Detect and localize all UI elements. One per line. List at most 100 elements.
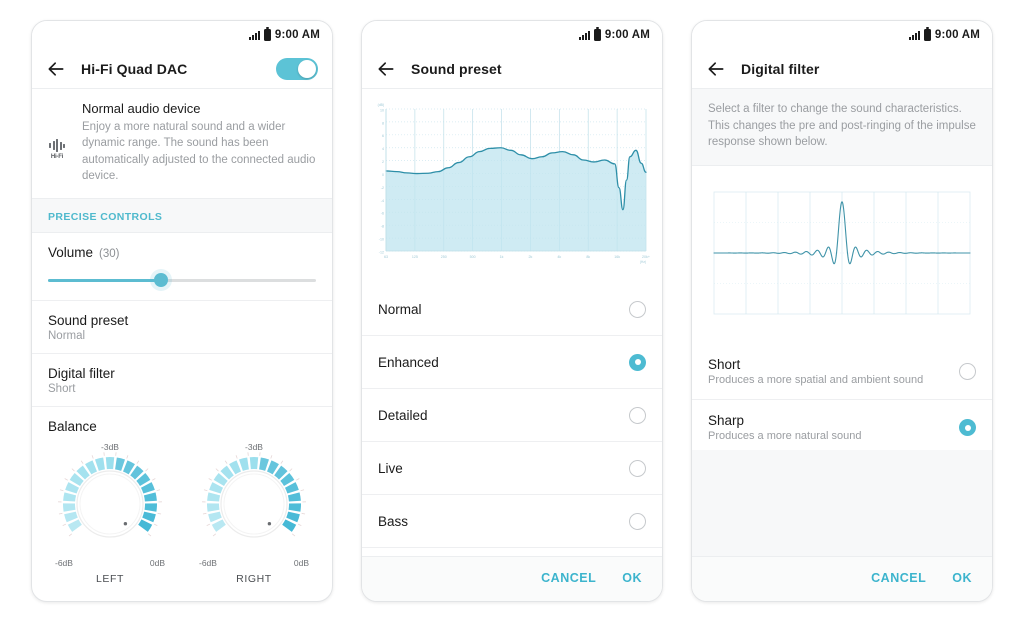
app-bar-panel1: Hi-Fi Quad DAC — [32, 49, 332, 89]
knob-left-dial[interactable] — [51, 450, 169, 562]
radio-button[interactable] — [629, 300, 646, 318]
option-text: Detailed — [378, 408, 619, 423]
back-arrow-icon[interactable] — [706, 59, 726, 79]
option-row[interactable]: Live — [362, 442, 662, 495]
volume-slider[interactable] — [48, 271, 316, 289]
cancel-button[interactable]: CANCEL — [541, 571, 596, 585]
status-clock: 9:00 AM — [274, 29, 320, 41]
svg-text:8: 8 — [382, 121, 384, 125]
page-title: Hi-Fi Quad DAC — [81, 60, 188, 77]
option-text: Enhanced — [378, 355, 619, 370]
device-description: Enjoy a more natural sound and a wider d… — [82, 121, 316, 182]
status-clock: 9:00 AM — [604, 29, 650, 41]
option-text: Normal — [378, 302, 619, 317]
status-clock: 9:00 AM — [934, 29, 980, 41]
option-row[interactable]: Sharp Produces a more natural sound — [692, 400, 992, 450]
option-sublabel: Produces a more spatial and ambient soun… — [708, 374, 924, 387]
sound-preset-label: Sound preset — [48, 313, 129, 329]
cancel-button[interactable]: CANCEL — [871, 571, 926, 585]
knob-right-min-label: -6dB — [199, 558, 217, 569]
radio-button[interactable] — [629, 459, 646, 477]
battery-icon — [923, 27, 931, 41]
knob-left-name: LEFT — [95, 573, 125, 586]
svg-text:125: 125 — [412, 255, 418, 259]
ok-button[interactable]: OK — [952, 571, 972, 585]
hifi-quad-dac-toggle[interactable] — [276, 57, 318, 80]
back-arrow-icon[interactable] — [46, 59, 66, 79]
digital-filter-option-list: Short Produces a more spatial and ambient… — [692, 344, 992, 451]
page-title: Digital filter — [741, 60, 820, 77]
svg-text:2k: 2k — [529, 255, 533, 259]
svg-text:4: 4 — [382, 147, 384, 151]
radio-button-selected[interactable] — [629, 353, 646, 371]
option-label: Enhanced — [378, 354, 439, 370]
option-row[interactable]: Bass — [362, 495, 662, 548]
panel3-spacer — [692, 450, 992, 557]
option-text: Short Produces a more spatial and ambient… — [708, 357, 949, 386]
radio-button[interactable] — [959, 363, 976, 381]
option-row[interactable]: Normal — [362, 283, 662, 336]
svg-text:-4: -4 — [381, 199, 384, 203]
option-text: Live — [378, 461, 619, 476]
balance-label: Balance — [48, 419, 97, 435]
option-text: Bass — [378, 514, 619, 529]
volume-label: Volume — [48, 245, 94, 261]
option-row[interactable]: Enhanced — [362, 336, 662, 389]
knob-right-dial[interactable] — [195, 450, 313, 562]
slider-fill — [48, 278, 161, 282]
ok-button[interactable]: OK — [622, 571, 642, 585]
radio-button-selected[interactable] — [959, 419, 976, 437]
back-arrow-icon[interactable] — [376, 59, 396, 79]
svg-text:-10: -10 — [379, 237, 384, 241]
battery-icon — [263, 27, 271, 41]
row-volume[interactable]: Volume (30) — [32, 233, 332, 302]
radio-button[interactable] — [629, 512, 646, 530]
svg-text:(dB): (dB) — [378, 103, 384, 107]
option-label: Live — [378, 460, 403, 476]
normal-audio-device-block: Hi-Fi Normal audio device Enjoy a more n… — [32, 89, 332, 200]
svg-text:-12: -12 — [379, 250, 384, 254]
hifi-icon-label: Hi-Fi — [50, 154, 64, 161]
signal-bars-icon — [908, 30, 920, 40]
row-sound-preset[interactable]: Sound preset Normal — [32, 301, 332, 355]
app-bar-panel2: Sound preset — [362, 49, 662, 89]
section-header-precise-controls: PRECISE CONTROLS — [32, 199, 332, 234]
balance-knob-right[interactable]: -3dB -6dB 0dB RIGHT — [193, 442, 315, 585]
row-balance: Balance — [32, 407, 332, 440]
digital-filter-description: Select a filter to change the sound char… — [692, 89, 992, 167]
svg-text:8k: 8k — [586, 255, 590, 259]
balance-knob-left[interactable]: -3dB -6dB 0dB LEFT — [49, 442, 171, 585]
option-text: Sharp Produces a more natural sound — [708, 413, 949, 442]
digital-filter-value: Short — [48, 383, 76, 396]
svg-text:1k: 1k — [500, 255, 504, 259]
eq-graph-area: 10 8 6 4 2 0 -2 -4 -6 -8 -10 -12 (dB) 63 125 250 500 1k 2k… — [362, 89, 662, 283]
status-bar: 9:00 AM — [362, 21, 662, 49]
status-bar: 9:00 AM — [32, 21, 332, 49]
knob-left-min-label: -6dB — [55, 558, 73, 569]
page-title: Sound preset — [411, 60, 502, 77]
screenshot-stage: 9:00 AM Hi-Fi Quad DAC Hi-Fi Normal audi… — [0, 0, 1024, 622]
signal-bars-icon — [578, 30, 590, 40]
device-title: Normal audio device — [82, 101, 201, 116]
dialog-actions-panel2: CANCEL OK — [362, 556, 662, 601]
svg-text:(Hz): (Hz) — [640, 260, 646, 264]
svg-text:20k+: 20k+ — [642, 255, 650, 259]
equalizer-response-chart: 10 8 6 4 2 0 -2 -4 -6 -8 -10 -12 (dB) 63 125 250 500 1k 2k… — [378, 103, 650, 264]
option-label: Short — [708, 357, 741, 373]
row-digital-filter[interactable]: Digital filter Short — [32, 354, 332, 408]
slider-thumb[interactable] — [153, 273, 168, 288]
svg-text:-2: -2 — [381, 186, 384, 190]
svg-text:63: 63 — [384, 255, 388, 259]
svg-text:2: 2 — [382, 160, 384, 164]
option-row[interactable]: Detailed — [362, 389, 662, 442]
option-row[interactable]: Short Produces a more spatial and ambient… — [692, 344, 992, 401]
status-bar: 9:00 AM — [692, 21, 992, 49]
sound-preset-option-list: Normal Enhanced Detailed Live Bass — [362, 283, 662, 556]
signal-bars-icon — [248, 30, 260, 40]
radio-button[interactable] — [629, 406, 646, 424]
svg-text:250: 250 — [441, 255, 447, 259]
digital-filter-label: Digital filter — [48, 366, 115, 382]
hifi-waveform-icon: Hi-Fi — [42, 101, 72, 184]
svg-text:6: 6 — [382, 134, 384, 138]
svg-text:16k: 16k — [614, 255, 620, 259]
